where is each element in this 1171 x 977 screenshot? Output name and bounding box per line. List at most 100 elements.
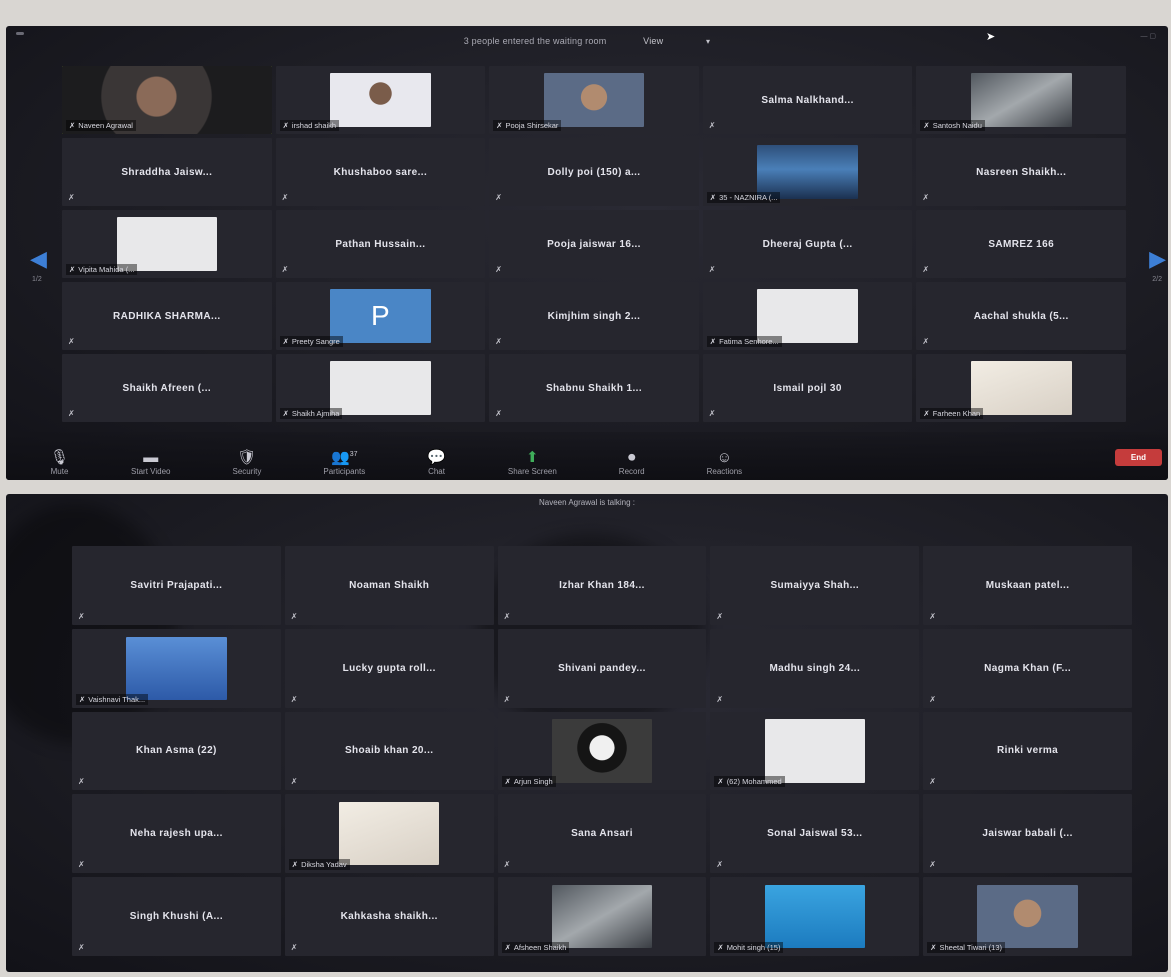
mic-muted-icon: ✗ bbox=[930, 943, 937, 952]
participant-tile[interactable]: Neha rajesh upa... ✗ bbox=[72, 794, 281, 874]
participant-tile[interactable]: Savitri Prajapati... ✗ bbox=[72, 546, 281, 625]
participant-name-caption: ✗ Pooja Shirsekar bbox=[493, 120, 562, 131]
participant-name: Naveen Agrawal bbox=[78, 121, 133, 130]
participant-name-caption: ✗ Diksha Yadav bbox=[288, 859, 350, 871]
mic-muted-icon: ✗ bbox=[716, 611, 724, 621]
mic-muted-icon: ✗ bbox=[503, 860, 511, 870]
previous-page-arrow-icon[interactable]: ◀ bbox=[30, 246, 47, 272]
participant-tile[interactable]: Shoaib khan 20... ✗ bbox=[284, 711, 494, 791]
participant-tile[interactable]: Kahkasha shaikh... ✗ bbox=[284, 877, 494, 956]
participant-name: Jaiswar babali (... bbox=[982, 828, 1073, 840]
participant-tile[interactable]: Nagma Khan (F... ✗ bbox=[923, 628, 1132, 708]
mic-muted-icon: ✗ bbox=[495, 409, 502, 418]
participant-tile[interactable]: P ✗ Preety Sangre bbox=[275, 282, 486, 350]
participant-tile[interactable]: ✗ Farheen Khan bbox=[916, 354, 1126, 422]
participant-tile[interactable]: Dheeraj Gupta (... ✗ bbox=[702, 210, 913, 278]
mic-muted-icon: ✗ bbox=[923, 121, 930, 130]
participant-tile[interactable]: ✗ Diksha Yadav bbox=[284, 794, 494, 874]
participant-tile[interactable]: ✗ Naveen Agrawal bbox=[62, 66, 272, 134]
participant-tile[interactable]: ✗ Shaikh Ajmiha bbox=[275, 354, 486, 422]
participant-tile[interactable]: Sumaiyya Shah... ✗ bbox=[710, 546, 920, 625]
participant-name: irshad shaikh bbox=[291, 121, 337, 130]
chevron-down-icon[interactable]: ▾ bbox=[706, 37, 710, 46]
participant-tile[interactable]: Shaikh Afreen (... ✗ bbox=[62, 354, 272, 422]
toolbar-reactions-button[interactable]: ☺ Reactions bbox=[707, 449, 743, 476]
participant-tile[interactable]: Shabnu Shaikh 1... ✗ bbox=[489, 354, 699, 422]
participant-tile[interactable]: Nasreen Shaikh... ✗ bbox=[916, 138, 1126, 206]
participant-name-caption: ✗ Naveen Agrawal bbox=[66, 120, 136, 131]
mic-muted-icon: ✗ bbox=[495, 337, 502, 346]
toolbar-label: Start Video bbox=[131, 467, 171, 476]
participant-photo bbox=[330, 360, 431, 416]
participant-tile[interactable]: ✗ irshad shaikh bbox=[275, 66, 486, 134]
toolbar-share-screen-button[interactable]: ⬆ Share Screen bbox=[508, 449, 557, 476]
participant-name-caption: ✗ Sheetal Tiwari (13) bbox=[927, 942, 1006, 953]
participant-tile[interactable]: Kimjhim singh 2... ✗ bbox=[489, 282, 699, 350]
start-video-icon: ▬ bbox=[143, 449, 159, 466]
participant-tile[interactable]: SAMREZ 166 ✗ bbox=[916, 210, 1126, 278]
participant-tile[interactable]: Singh Khushi (A... ✗ bbox=[72, 877, 281, 956]
mic-muted-icon: ✗ bbox=[929, 611, 936, 621]
toolbar-start-video-button[interactable]: ▬ Start Video bbox=[131, 449, 170, 476]
participant-tile[interactable]: Sana Ansari ✗ bbox=[497, 794, 707, 874]
participant-tile[interactable]: Jaiswar babali (... ✗ bbox=[923, 794, 1132, 874]
participant-tile[interactable]: ✗ Fatima Senhore... bbox=[702, 282, 913, 350]
participant-tile[interactable]: Noaman Shaikh ✗ bbox=[284, 546, 494, 625]
chat-icon: 💬 bbox=[427, 449, 446, 466]
participant-name: Pooja Shirsekar bbox=[505, 121, 559, 130]
participant-tile[interactable]: ✗ Arjun Singh bbox=[497, 711, 707, 791]
mic-muted-icon: ✗ bbox=[504, 777, 511, 787]
participant-name: Sheetal Tiwari (13) bbox=[939, 943, 1003, 952]
participant-tile[interactable]: RADHIKA SHARMA... ✗ bbox=[62, 282, 272, 350]
participant-tile[interactable]: ✗ Sheetal Tiwari (13) bbox=[923, 877, 1132, 956]
toolbar-label: Participants bbox=[323, 467, 366, 476]
toolbar-label: Share Screen bbox=[507, 467, 557, 476]
participant-tile[interactable]: Pooja jaiswar 16... ✗ bbox=[489, 210, 699, 278]
toolbar-record-button[interactable]: ⏺ Record bbox=[619, 449, 645, 476]
participant-tile[interactable]: ✗ Vipita Mahida (... bbox=[62, 210, 272, 278]
participant-tile[interactable]: Khushaboo sare... ✗ bbox=[275, 138, 486, 206]
participant-tile[interactable]: ✗ Afsheen Shaikh bbox=[497, 877, 707, 956]
end-meeting-button[interactable]: End bbox=[1114, 449, 1162, 466]
next-page-arrow-icon[interactable]: ▶ bbox=[1149, 246, 1166, 272]
view-button[interactable]: View bbox=[643, 36, 663, 46]
participant-name: Lucky gupta roll... bbox=[342, 662, 436, 674]
participant-name: Ismail pojl 30 bbox=[773, 382, 842, 394]
participant-tile[interactable]: Salma Nalkhand... ✗ bbox=[702, 66, 913, 134]
participant-tile[interactable]: Khan Asma (22) ✗ bbox=[72, 711, 281, 791]
participant-tile[interactable]: ✗ Mohit singh (15) bbox=[710, 877, 920, 956]
participant-tile[interactable]: Dolly poi (150) a... ✗ bbox=[489, 138, 699, 206]
participant-tile[interactable]: ✗ 35 - NAZNIRA (... bbox=[702, 138, 913, 206]
participant-tile[interactable]: ✗ (62) Mohammed bbox=[710, 711, 920, 791]
mic-muted-icon: ✗ bbox=[78, 860, 85, 870]
toolbar-chat-button[interactable]: 💬 Chat bbox=[427, 449, 446, 476]
security-icon: 🛡 bbox=[237, 449, 257, 466]
toolbar-security-button[interactable]: 🛡 Security bbox=[232, 449, 261, 476]
participant-name-caption: ✗ Afsheen Shaikh bbox=[501, 942, 570, 953]
participants-icon: 👥37 bbox=[331, 449, 358, 466]
participant-tile[interactable]: ✗ Pooja Shirsekar bbox=[489, 66, 699, 134]
participant-tile[interactable]: Shraddha Jaisw... ✗ bbox=[62, 138, 272, 206]
toolbar-label: Mute bbox=[50, 467, 69, 476]
mic-muted-icon: ✗ bbox=[495, 265, 502, 274]
participant-tile[interactable]: Izhar Khan 184... ✗ bbox=[497, 546, 707, 625]
participant-name: Rinki verma bbox=[997, 745, 1059, 757]
participant-tile[interactable]: Ismail pojl 30 ✗ bbox=[702, 354, 913, 422]
participant-tile[interactable]: Madhu singh 24... ✗ bbox=[710, 628, 920, 708]
participant-tile[interactable]: ✗ Vaishnavi Thak... bbox=[72, 628, 281, 708]
participant-tile[interactable]: Muskaan patel... ✗ bbox=[923, 546, 1132, 625]
participant-tile[interactable]: Rinki verma ✗ bbox=[923, 711, 1132, 791]
toolbar-mute-button[interactable]: 🎙 Mute bbox=[50, 449, 69, 476]
participant-name: Shraddha Jaisw... bbox=[121, 166, 213, 178]
participant-tile[interactable]: ✗ Santosh Naidu bbox=[916, 66, 1126, 134]
toolbar-participants-button[interactable]: 👥37 Participants bbox=[323, 446, 365, 476]
participant-tile[interactable]: Lucky gupta roll... ✗ bbox=[284, 628, 494, 708]
participant-name: Kimjhim singh 2... bbox=[547, 310, 641, 322]
participant-tile[interactable]: Pathan Hussain... ✗ bbox=[275, 210, 486, 278]
mic-muted-icon: ✗ bbox=[68, 337, 75, 346]
participant-tile[interactable]: Aachal shukla (5... ✗ bbox=[916, 282, 1126, 350]
meeting-window-top: — ▢ 3 people entered the waiting room Vi… bbox=[6, 26, 1168, 480]
participant-photo bbox=[551, 885, 653, 949]
participant-tile[interactable]: Shivani pandey... ✗ bbox=[497, 628, 707, 708]
participant-tile[interactable]: Sonal Jaiswal 53... ✗ bbox=[710, 794, 920, 874]
